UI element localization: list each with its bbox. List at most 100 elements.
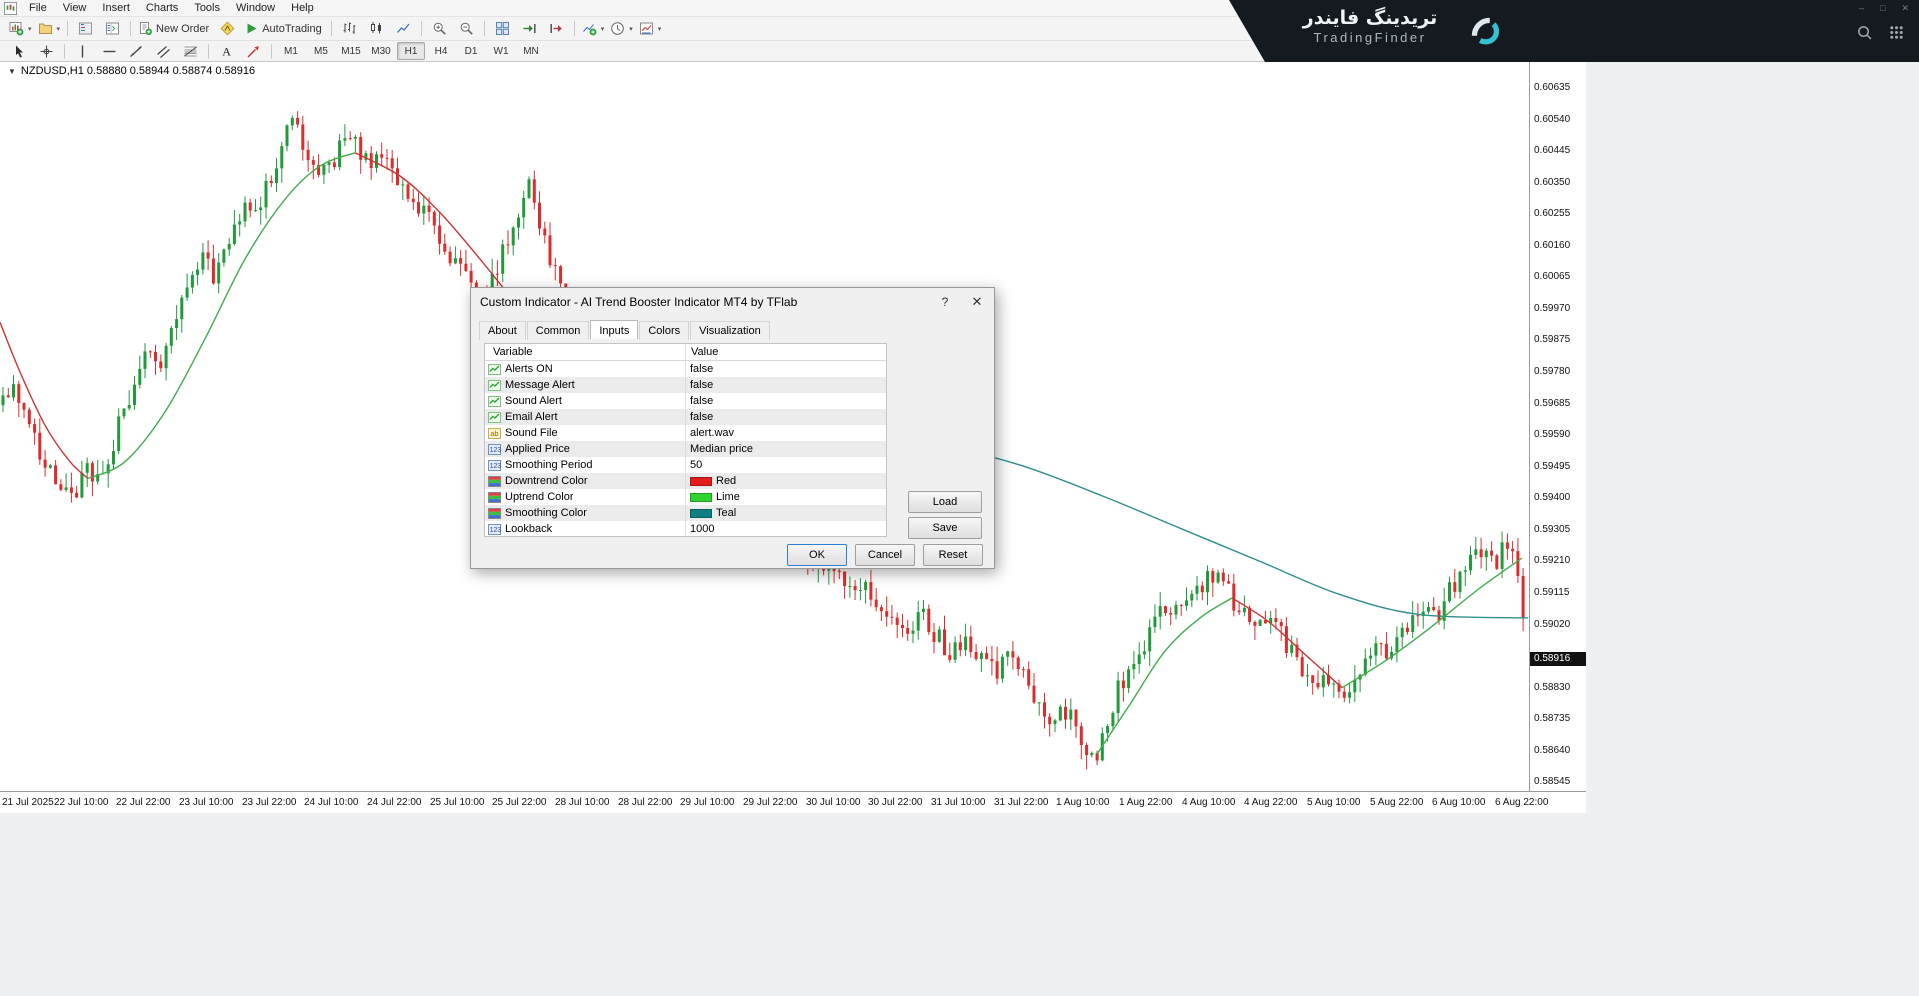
periods-button[interactable]: ▾ xyxy=(607,18,636,39)
menu-insert[interactable]: Insert xyxy=(94,1,138,15)
new-order-button[interactable]: New Order xyxy=(135,18,214,39)
auto-scroll-icon xyxy=(522,21,537,36)
dialog-close-button[interactable]: ✕ xyxy=(962,289,992,314)
price-axis[interactable]: 0.606350.605400.604450.603500.602550.601… xyxy=(1529,62,1586,791)
chart-shift-icon xyxy=(549,21,564,36)
price-axis-label: 0.59970 xyxy=(1534,303,1570,315)
chart-line-button[interactable] xyxy=(390,18,417,39)
cursor-icon xyxy=(12,44,27,59)
crosshair-button[interactable] xyxy=(33,41,60,62)
tab-inputs[interactable]: Inputs xyxy=(590,320,638,339)
timeframe-mn-button[interactable]: MN xyxy=(517,42,545,60)
one-click-trading-arrow[interactable]: ▼ xyxy=(8,67,16,76)
cursor-button[interactable] xyxy=(6,41,33,62)
tab-about[interactable]: About xyxy=(479,321,526,340)
menu-view[interactable]: View xyxy=(55,1,95,15)
arrows-button[interactable] xyxy=(240,41,267,62)
time-axis-label: 25 Jul 10:00 xyxy=(430,797,485,808)
price-axis-label: 0.58545 xyxy=(1534,776,1570,788)
chart-shift-button[interactable] xyxy=(543,18,570,39)
chart-bars-button[interactable] xyxy=(336,18,363,39)
price-axis-label: 0.59685 xyxy=(1534,398,1570,410)
dropdown-caret-icon: ▾ xyxy=(57,25,61,33)
timeframe-h1-button[interactable]: H1 xyxy=(397,42,425,60)
input-value[interactable]: Teal xyxy=(690,505,736,521)
input-value[interactable]: 50 xyxy=(690,457,702,473)
color-swatch xyxy=(690,477,712,486)
brand-title-fa: تریدینگ فایندر xyxy=(1285,7,1455,29)
chart-candles-button[interactable] xyxy=(363,18,390,39)
menu-tools[interactable]: Tools xyxy=(186,1,228,15)
price-axis-label: 0.59305 xyxy=(1534,524,1570,536)
indicators-button[interactable]: ▾ xyxy=(579,18,608,39)
templates-icon xyxy=(639,21,654,36)
menu-charts[interactable]: Charts xyxy=(138,1,186,15)
save-button[interactable]: Save xyxy=(908,517,982,539)
apps-grid-icon[interactable] xyxy=(1888,24,1905,41)
window-minimize-button[interactable]: – xyxy=(1859,3,1864,14)
horizontal-line-button[interactable] xyxy=(96,41,123,62)
zoom-out-button[interactable] xyxy=(453,18,480,39)
window-maximize-button[interactable]: □ xyxy=(1880,3,1885,14)
search-icon[interactable] xyxy=(1856,24,1873,41)
cancel-button[interactable]: Cancel xyxy=(855,544,915,566)
ok-button[interactable]: OK xyxy=(787,544,847,566)
time-axis[interactable]: 21 Jul 202522 Jul 10:0022 Jul 22:0023 Ju… xyxy=(0,791,1586,813)
text-label-icon: A xyxy=(219,44,234,59)
input-value[interactable]: Median price xyxy=(690,441,753,457)
fibonacci-button[interactable] xyxy=(177,41,204,62)
input-value[interactable]: false xyxy=(690,409,713,425)
menu-window[interactable]: Window xyxy=(228,1,283,15)
arrows-icon xyxy=(246,44,261,59)
timeframe-m1-button[interactable]: M1 xyxy=(277,42,305,60)
profiles-button[interactable]: ▾ xyxy=(35,18,64,39)
zoom-in-icon xyxy=(432,21,447,36)
vertical-line-button[interactable] xyxy=(69,41,96,62)
tile-windows-button[interactable] xyxy=(489,18,516,39)
profiles-icon xyxy=(38,21,53,36)
tab-common[interactable]: Common xyxy=(527,321,590,340)
templates-button[interactable]: ▾ xyxy=(636,18,665,39)
trendline-button[interactable] xyxy=(123,41,150,62)
timeframe-m5-button[interactable]: M5 xyxy=(307,42,335,60)
auto-scroll-button[interactable] xyxy=(516,18,543,39)
time-axis-label: 24 Jul 10:00 xyxy=(304,797,359,808)
time-axis-label: 29 Jul 10:00 xyxy=(680,797,735,808)
input-value[interactable]: false xyxy=(690,361,713,377)
timeframe-w1-button[interactable]: W1 xyxy=(487,42,515,60)
price-axis-label: 0.58640 xyxy=(1534,745,1570,757)
zoom-in-button[interactable] xyxy=(426,18,453,39)
tab-colors[interactable]: Colors xyxy=(639,321,689,340)
horizontal-line-icon xyxy=(102,44,117,59)
menu-help[interactable]: Help xyxy=(283,1,322,15)
navigator-button[interactable] xyxy=(99,18,126,39)
dialog-titlebar[interactable]: Custom Indicator - AI Trend Booster Indi… xyxy=(471,288,994,315)
input-value[interactable]: Lime xyxy=(690,489,740,505)
metaeditor-button[interactable] xyxy=(214,18,241,39)
menu-file[interactable]: File xyxy=(21,1,55,15)
input-value-text: alert.wav xyxy=(690,427,734,439)
input-value[interactable]: false xyxy=(690,393,713,409)
reset-button[interactable]: Reset xyxy=(923,544,983,566)
input-value[interactable]: false xyxy=(690,377,713,393)
market-watch-button[interactable] xyxy=(72,18,99,39)
window-close-button[interactable]: ✕ xyxy=(1901,3,1909,14)
timeframe-h4-button[interactable]: H4 xyxy=(427,42,455,60)
input-value[interactable]: 1000 xyxy=(690,521,714,537)
timeframe-m15-button[interactable]: M15 xyxy=(337,42,365,60)
tile-windows-icon xyxy=(495,21,510,36)
timeframe-d1-button[interactable]: D1 xyxy=(457,42,485,60)
price-axis-label: 0.59590 xyxy=(1534,429,1570,441)
equidistant-channel-button[interactable] xyxy=(150,41,177,62)
autotrading-button[interactable]: AutoTrading xyxy=(241,18,327,39)
input-value[interactable]: alert.wav xyxy=(690,425,734,441)
new-chart-button[interactable]: ▾ xyxy=(6,18,35,39)
input-name: Message Alert xyxy=(505,379,575,391)
price-axis-label: 0.59020 xyxy=(1534,619,1570,631)
load-button[interactable]: Load xyxy=(908,491,982,513)
text-label-button[interactable]: A xyxy=(213,41,240,62)
dialog-help-button[interactable]: ? xyxy=(930,289,960,314)
tab-visualization[interactable]: Visualization xyxy=(690,321,770,340)
input-value[interactable]: Red xyxy=(690,473,736,489)
timeframe-m30-button[interactable]: M30 xyxy=(367,42,395,60)
